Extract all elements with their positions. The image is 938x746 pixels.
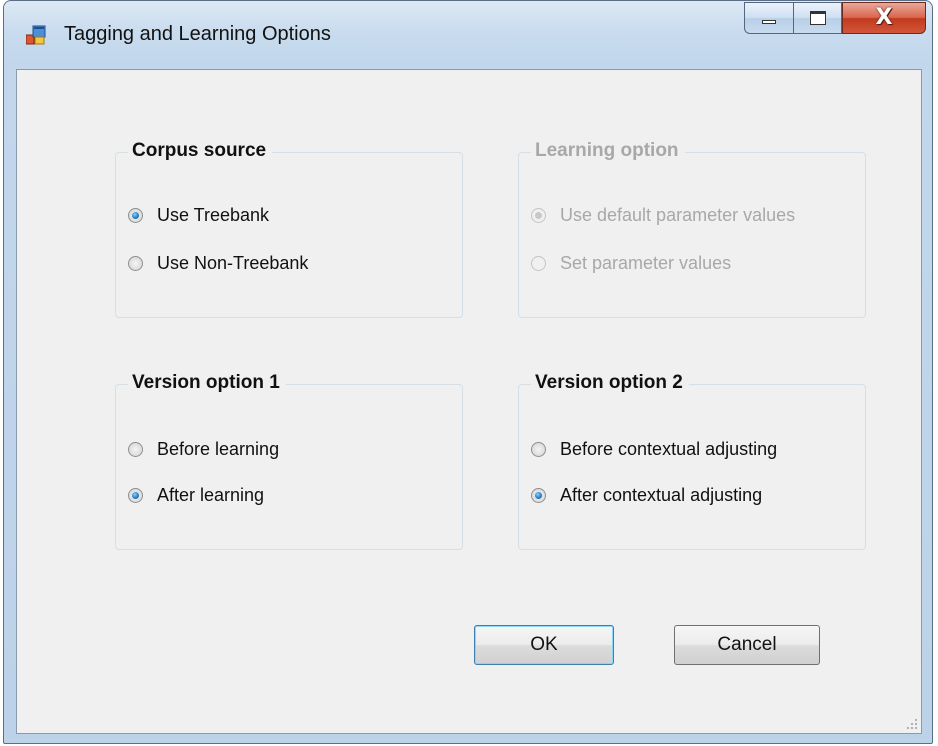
title-bar[interactable]: Tagging and Learning Options X — [4, 1, 932, 69]
minimize-button[interactable] — [744, 2, 793, 34]
radio-button[interactable] — [128, 255, 143, 271]
maximize-button[interactable] — [793, 2, 842, 34]
version-option-2-group: Version option 2 Before contextual adjus… — [518, 370, 866, 550]
app-icon — [26, 25, 46, 45]
resize-grip-icon[interactable] — [906, 718, 918, 730]
radio-button[interactable] — [531, 441, 546, 457]
radio-button[interactable] — [128, 207, 143, 223]
radio-label: Set parameter values — [560, 252, 732, 273]
radio-use-non-treebank[interactable]: Use Non-Treebank — [128, 248, 308, 278]
close-icon: X — [875, 5, 893, 30]
window-title: Tagging and Learning Options — [64, 23, 331, 45]
caption-buttons: X — [744, 2, 926, 34]
radio-button[interactable] — [128, 487, 143, 503]
version-option-1-group: Version option 1 Before learning After l… — [115, 370, 463, 550]
radio-label: Use Non-Treebank — [157, 252, 309, 273]
radio-label: Use Treebank — [157, 204, 270, 225]
corpus-source-group: Corpus source Use Treebank Use Non-Treeb… — [115, 138, 463, 318]
maximize-icon — [810, 11, 826, 25]
learning-option-group: Learning option Use default parameter va… — [518, 138, 866, 318]
ok-button[interactable]: OK — [474, 625, 614, 665]
dialog-window: Tagging and Learning Options X Corpus so… — [3, 0, 933, 744]
radio-use-treebank[interactable]: Use Treebank — [128, 200, 269, 230]
radio-label: After contextual adjusting — [560, 484, 763, 505]
radio-button[interactable] — [531, 487, 546, 503]
radio-set-parameter-values: Set parameter values — [531, 248, 731, 278]
radio-button — [531, 207, 546, 223]
close-button[interactable]: X — [842, 2, 926, 34]
radio-after-contextual-adjusting[interactable]: After contextual adjusting — [531, 480, 762, 510]
learning-option-legend: Learning option — [531, 138, 685, 164]
radio-use-default-parameter-values: Use default parameter values — [531, 200, 795, 230]
radio-label: Before contextual adjusting — [560, 438, 778, 459]
cancel-button[interactable]: Cancel — [674, 625, 820, 665]
radio-after-learning[interactable]: After learning — [128, 480, 264, 510]
radio-button — [531, 255, 546, 271]
minimize-icon — [762, 20, 776, 24]
radio-button[interactable] — [128, 441, 143, 457]
radio-label: After learning — [157, 484, 265, 505]
radio-before-learning[interactable]: Before learning — [128, 434, 279, 464]
radio-label: Use default parameter values — [560, 204, 796, 225]
radio-before-contextual-adjusting[interactable]: Before contextual adjusting — [531, 434, 777, 464]
dialog-client-area: Corpus source Use Treebank Use Non-Treeb… — [16, 69, 922, 734]
corpus-source-legend: Corpus source — [128, 138, 273, 164]
radio-label: Before learning — [157, 438, 280, 459]
version-option-1-legend: Version option 1 — [128, 370, 286, 396]
version-option-2-legend: Version option 2 — [531, 370, 689, 396]
